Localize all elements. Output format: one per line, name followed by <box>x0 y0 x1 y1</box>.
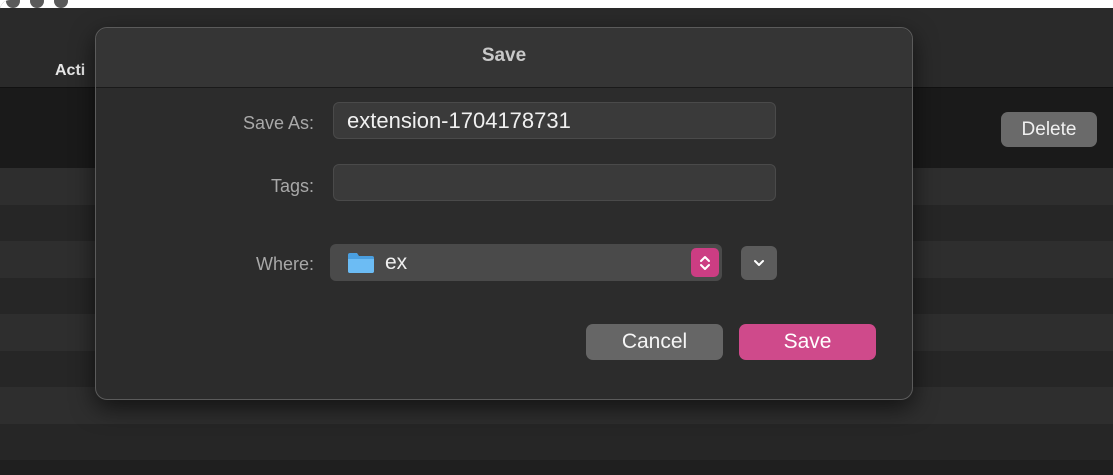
up-down-chevron-icon[interactable] <box>691 248 719 277</box>
tags-field[interactable] <box>333 164 776 201</box>
dialog-titlebar: Save <box>96 28 912 88</box>
save-button[interactable]: Save <box>739 324 876 360</box>
save-dialog: Save Save As: extension-1704178731 Tags:… <box>95 27 913 400</box>
where-label: Where: <box>255 254 314 274</box>
minimize-window-button[interactable] <box>30 0 44 8</box>
close-window-button[interactable] <box>6 0 20 8</box>
expand-dialog-button[interactable] <box>741 246 777 280</box>
list-row <box>0 423 1113 460</box>
column-header-actions: Acti <box>55 62 86 79</box>
app-window: Acti Delete Save Save As: extension-1704… <box>0 0 1113 475</box>
tags-label: Tags: <box>270 176 314 196</box>
chevron-down-icon <box>754 260 764 266</box>
window-controls <box>6 0 68 8</box>
where-popup[interactable]: ex <box>330 244 722 281</box>
where-value: ex <box>385 251 408 274</box>
save-as-field[interactable]: extension-1704178731 <box>333 102 776 139</box>
zoom-window-button[interactable] <box>54 0 68 8</box>
dialog-title: Save <box>481 45 527 66</box>
delete-button[interactable]: Delete <box>1001 112 1097 147</box>
folder-icon <box>348 253 374 273</box>
save-as-label: Save As: <box>242 113 314 133</box>
window-top-edge <box>0 0 1113 8</box>
cancel-button[interactable]: Cancel <box>586 324 723 360</box>
